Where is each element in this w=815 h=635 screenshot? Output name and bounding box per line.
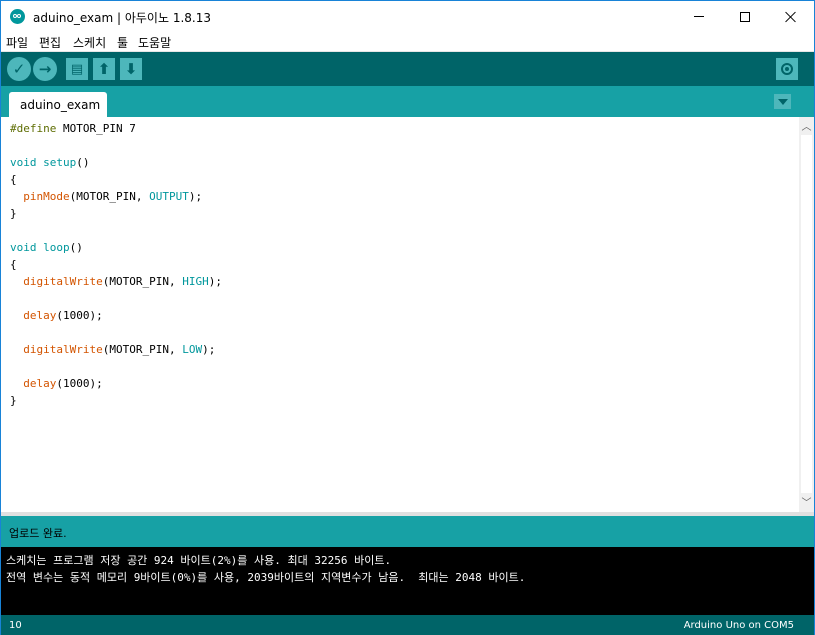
upload-button[interactable]: → xyxy=(33,57,57,81)
magnifier-icon xyxy=(781,63,793,75)
maximize-icon xyxy=(740,11,750,22)
code-editor[interactable]: #define MOTOR_PIN 7 void setup() { pinMo… xyxy=(1,117,799,512)
code-line: pinMode(MOTOR_PIN, OUTPUT); xyxy=(23,190,203,203)
console-line: 전역 변수는 동적 메모리 9바이트(0%)를 사용, 2039바이트의 지역변… xyxy=(6,571,526,584)
menu-file[interactable]: 파일 xyxy=(6,34,28,51)
console-output: 스케치는 프로그램 저장 공간 924 바이트(2%)를 사용. 최대 3225… xyxy=(1,547,814,615)
maximize-button[interactable] xyxy=(722,1,768,32)
minimize-button[interactable] xyxy=(676,1,722,32)
arrow-up-icon: ⬆ xyxy=(97,59,111,78)
title-bar: aduino_exam | 아두이노 1.8.13 xyxy=(1,1,814,32)
menu-tools[interactable]: 툴 xyxy=(117,34,128,51)
arrow-down-icon: ⬇ xyxy=(124,59,138,78)
document-icon: ▤ xyxy=(70,61,84,77)
minimize-icon xyxy=(694,16,704,17)
code-line: void setup() xyxy=(10,156,90,169)
code-line: void loop() xyxy=(10,241,83,254)
code-line: delay(1000); xyxy=(23,377,103,390)
close-button[interactable] xyxy=(768,1,814,32)
board-port-label: Arduino Uno on COM5 xyxy=(683,620,794,631)
chevron-down-icon xyxy=(777,98,788,105)
check-icon: ✓ xyxy=(12,59,26,78)
menu-sketch[interactable]: 스케치 xyxy=(73,34,106,51)
console-line: 스케치는 프로그램 저장 공간 924 바이트(2%)를 사용. 최대 3225… xyxy=(6,554,392,567)
scrollbar-thumb[interactable] xyxy=(801,135,812,493)
code-line: } xyxy=(10,394,17,407)
status-bar: 업로드 완료. xyxy=(1,516,814,547)
open-sketch-button[interactable]: ⬆ xyxy=(93,58,115,80)
status-message: 업로드 완료. xyxy=(9,527,67,540)
serial-monitor-button[interactable] xyxy=(776,58,798,80)
menu-bar: 파일 편집 스케치 툴 도움말 xyxy=(1,32,814,52)
arrow-right-icon: → xyxy=(38,59,52,78)
new-sketch-button[interactable]: ▤ xyxy=(66,58,88,80)
code-line: digitalWrite(MOTOR_PIN, HIGH); xyxy=(23,275,222,288)
toolbar: ✓ → ▤ ⬆ ⬇ xyxy=(1,52,814,86)
footer-bar: 10 Arduino Uno on COM5 xyxy=(1,615,814,635)
tab-aduino-exam[interactable]: aduino_exam xyxy=(9,92,107,117)
verify-button[interactable]: ✓ xyxy=(7,57,31,81)
code-line: } xyxy=(10,207,17,220)
tab-strip: aduino_exam xyxy=(1,86,814,117)
editor-scrollbar[interactable]: ︿ ﹀ xyxy=(799,117,814,512)
code-line: { xyxy=(10,258,17,271)
tab-menu-button[interactable] xyxy=(774,94,791,109)
code-line: digitalWrite(MOTOR_PIN, LOW); xyxy=(23,343,216,356)
arduino-logo-icon xyxy=(10,9,25,24)
window-title: aduino_exam | 아두이노 1.8.13 xyxy=(33,11,211,25)
app-window: aduino_exam | 아두이노 1.8.13 파일 편집 스케치 툴 도움… xyxy=(0,0,815,635)
scroll-up-icon[interactable]: ︿ xyxy=(799,117,814,134)
code-line: { xyxy=(10,173,17,186)
menu-edit[interactable]: 편집 xyxy=(39,34,61,51)
line-number: 10 xyxy=(9,620,22,631)
tab-label: aduino_exam xyxy=(20,98,101,112)
scroll-down-icon[interactable]: ﹀ xyxy=(799,493,814,510)
code-line: #define MOTOR_PIN 7 xyxy=(10,122,136,135)
save-sketch-button[interactable]: ⬇ xyxy=(120,58,142,80)
code-line: delay(1000); xyxy=(23,309,103,322)
close-icon xyxy=(785,11,797,23)
menu-help[interactable]: 도움말 xyxy=(138,34,171,51)
